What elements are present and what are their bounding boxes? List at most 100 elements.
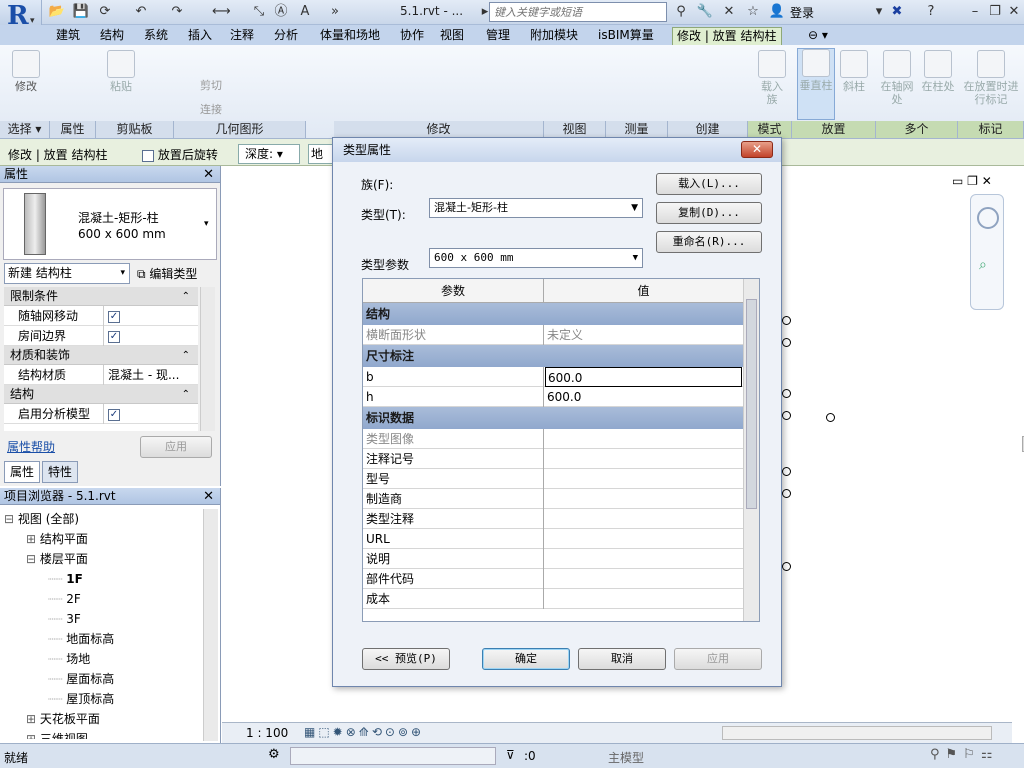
vertical-column-button[interactable]: 垂直柱 bbox=[797, 48, 835, 120]
checkbox[interactable]: ✓ bbox=[108, 310, 120, 323]
at-grids-button[interactable]: 在轴网处 bbox=[878, 50, 916, 106]
redo-icon[interactable]: ↷ bbox=[168, 3, 186, 21]
collapse-icon[interactable]: ⌃ bbox=[182, 385, 190, 404]
checkbox[interactable]: ✓ bbox=[108, 330, 120, 343]
view-control-icons[interactable]: ▦⬚✹⊗⟰⟲⊙⊚⊕ bbox=[304, 725, 424, 739]
help-icon[interactable]: ? bbox=[922, 3, 940, 21]
tab-2[interactable]: 系统 bbox=[140, 27, 172, 45]
slanted-column-button[interactable]: 斜柱 bbox=[840, 50, 868, 93]
grid-scroll-thumb[interactable] bbox=[746, 299, 757, 509]
worksets-icon[interactable]: ⚙ bbox=[268, 747, 280, 762]
selection-settings-icons[interactable]: ⚲⚑⚐⚏ bbox=[930, 747, 998, 762]
more-icon[interactable]: » bbox=[326, 3, 344, 21]
depth-dropdown[interactable]: 深度: ▾ bbox=[238, 144, 300, 164]
tag-icon[interactable]: Ⓐ bbox=[272, 3, 290, 21]
properties-apply-button[interactable]: 应用 bbox=[140, 436, 212, 458]
expand-toggle-icon[interactable]: ⊟ bbox=[4, 512, 14, 526]
dropdown-icon[interactable]: ▾ bbox=[870, 3, 888, 21]
duplicate-button[interactable]: 复制(D)... bbox=[656, 202, 762, 224]
tab-6[interactable]: 体量和场地 bbox=[316, 27, 384, 45]
checkbox[interactable] bbox=[142, 149, 154, 162]
column-marker-icon[interactable] bbox=[782, 489, 791, 498]
properties-help-link[interactable]: 属性帮助 bbox=[7, 438, 55, 455]
zoom-icon[interactable]: ⌕ bbox=[979, 257, 987, 273]
browser-item[interactable]: ┈┈ 1F bbox=[4, 569, 200, 589]
browser-item[interactable]: ⊟ 视图 (全部) bbox=[4, 509, 200, 529]
cut-button[interactable]: 剪切 bbox=[200, 77, 222, 93]
browser-item[interactable]: ⊞ 天花板平面 bbox=[4, 709, 200, 729]
undo-icon[interactable]: ↶ bbox=[132, 3, 150, 21]
browser-item[interactable]: ┈┈ 3F bbox=[4, 609, 200, 629]
property-value[interactable]: ✓ bbox=[108, 404, 120, 424]
property-group[interactable]: 限制条件 ⌃ bbox=[4, 287, 198, 306]
paste-button[interactable]: 粘贴 bbox=[104, 50, 138, 93]
parameter-group[interactable]: 结构⌃ bbox=[363, 303, 759, 325]
navigation-bar[interactable]: ⌕ bbox=[970, 194, 1004, 310]
column-marker-icon[interactable] bbox=[782, 316, 791, 325]
wrench-icon[interactable]: 🔧 bbox=[696, 3, 714, 21]
design-option[interactable]: 主模型 bbox=[608, 749, 644, 766]
tab-8[interactable]: 视图 bbox=[436, 27, 468, 45]
expand-toggle-icon[interactable]: ⊞ bbox=[26, 712, 36, 726]
parameter-value[interactable] bbox=[545, 589, 742, 609]
column-marker-icon[interactable] bbox=[782, 389, 791, 398]
column-marker-icon[interactable] bbox=[826, 413, 835, 422]
parameter-group[interactable]: 尺寸标注⌃ bbox=[363, 345, 759, 367]
user-icon[interactable]: 👤 bbox=[768, 3, 786, 21]
parameter-value[interactable]: 600.0 bbox=[545, 387, 742, 407]
star-icon[interactable]: ☆ bbox=[744, 3, 762, 21]
dialog-close-button[interactable]: ✕ bbox=[741, 141, 773, 158]
login-link[interactable]: 登录 bbox=[790, 4, 814, 21]
ok-button[interactable]: 确定 bbox=[482, 648, 570, 670]
tab-3[interactable]: 插入 bbox=[184, 27, 216, 45]
apply-button[interactable]: 应用 bbox=[674, 648, 762, 670]
search-input[interactable] bbox=[489, 2, 667, 22]
type-combo[interactable]: 600 x 600 mm ▼ bbox=[429, 248, 643, 268]
property-group[interactable]: 材质和装饰 ⌃ bbox=[4, 346, 198, 365]
grid-scrollbar[interactable] bbox=[743, 279, 759, 621]
browser-item[interactable]: ⊞ 三维视图 bbox=[4, 729, 200, 739]
properties-scrollbar[interactable] bbox=[200, 287, 215, 431]
parameter-value[interactable] bbox=[545, 469, 742, 489]
browser-item[interactable]: ⊞ 结构平面 bbox=[4, 529, 200, 549]
tab-9[interactable]: 管理 bbox=[482, 27, 514, 45]
parameter-value[interactable] bbox=[545, 509, 742, 529]
close-icon[interactable]: ✕ bbox=[203, 166, 214, 183]
dimension-icon[interactable]: ⤡ bbox=[250, 3, 268, 21]
parameter-value[interactable] bbox=[545, 529, 742, 549]
parameter-value[interactable] bbox=[545, 569, 742, 589]
sync-icon[interactable]: ⟳ bbox=[96, 3, 114, 21]
tab-12[interactable]: 修改 | 放置 结构柱 bbox=[672, 27, 782, 45]
restore-icon[interactable]: ❐ bbox=[986, 3, 1004, 21]
workset-dropdown[interactable] bbox=[290, 747, 496, 765]
tab-5[interactable]: 分析 bbox=[270, 27, 302, 45]
minimize-icon[interactable]: – bbox=[966, 3, 984, 21]
property-value[interactable]: ✓ bbox=[108, 306, 120, 326]
horizontal-scrollbar[interactable] bbox=[722, 726, 992, 740]
collapse-icon[interactable]: ⌃ bbox=[182, 287, 190, 306]
browser-item[interactable]: ┈┈ 地面标高 bbox=[4, 629, 200, 649]
browser-item[interactable]: ┈┈ 场地 bbox=[4, 649, 200, 669]
column-marker-icon[interactable] bbox=[782, 467, 791, 476]
browser-item[interactable]: ┈┈ 2F bbox=[4, 589, 200, 609]
edit-type-button[interactable]: ⧉ 编辑类型 bbox=[137, 265, 197, 282]
tab-traits[interactable]: 特性 bbox=[42, 461, 78, 483]
tab-4[interactable]: 注释 bbox=[226, 27, 258, 45]
expand-toggle-icon[interactable]: ⊞ bbox=[26, 732, 36, 739]
property-value[interactable]: 混凝土 - 现... bbox=[108, 365, 179, 385]
binoculars-icon[interactable]: ⚲ bbox=[672, 3, 690, 21]
family-combo[interactable]: 混凝土-矩形-柱 ▼ bbox=[429, 198, 643, 218]
checkbox[interactable]: ✓ bbox=[108, 408, 120, 421]
view-scale[interactable]: 1 : 100 bbox=[246, 726, 288, 740]
level-dropdown[interactable]: 地面 bbox=[308, 144, 334, 164]
browser-item[interactable]: ⊟ 楼层平面 bbox=[4, 549, 200, 569]
tab-7[interactable]: 协作 bbox=[396, 27, 428, 45]
text-icon[interactable]: A bbox=[296, 3, 314, 21]
ribbon-minimize-icon[interactable]: ⊖ ▾ bbox=[804, 27, 832, 45]
expand-toggle-icon[interactable]: ⊞ bbox=[26, 532, 36, 546]
tab-10[interactable]: 附加模块 bbox=[526, 27, 582, 45]
instance-selector[interactable]: 新建 结构柱 ▾ bbox=[4, 263, 130, 284]
tab-0[interactable]: 建筑 bbox=[52, 27, 84, 45]
tab-1[interactable]: 结构 bbox=[96, 27, 128, 45]
cancel-button[interactable]: 取消 bbox=[578, 648, 666, 670]
